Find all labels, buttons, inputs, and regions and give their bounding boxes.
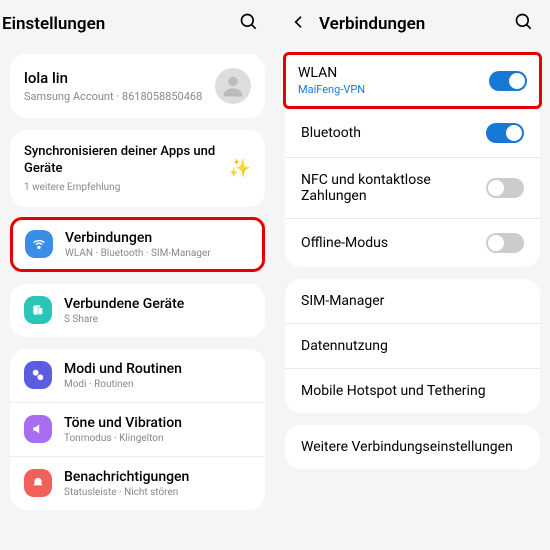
item-label: Töne und Vibration: [64, 415, 182, 431]
search-icon[interactable]: [239, 12, 259, 36]
sound-icon: [24, 415, 52, 443]
connections-screen: Verbindungen WLAN MaiFeng-VPN Bluetooth …: [275, 0, 550, 550]
wifi-icon: [25, 230, 53, 258]
conn-label: Bluetooth: [301, 125, 361, 141]
back-icon[interactable]: [291, 14, 307, 34]
offline-toggle[interactable]: [486, 233, 524, 253]
profile-name: lola lin: [24, 69, 202, 87]
avatar: [215, 68, 251, 104]
highlight-connections: Verbindungen WLAN · Bluetooth · SIM-Mana…: [10, 217, 265, 272]
item-desc: S Share: [64, 314, 184, 325]
conn-label: SIM-Manager: [301, 293, 384, 309]
conn-group1: Bluetooth NFC und kontaktlose Zahlungen …: [285, 109, 540, 267]
conn-sub: MaiFeng-VPN: [298, 83, 365, 96]
conn-nfc[interactable]: NFC und kontaktlose Zahlungen: [285, 158, 540, 219]
profile-text: lola lin Samsung Account · 8618058850468: [24, 69, 202, 103]
conn-sim[interactable]: SIM-Manager: [285, 279, 540, 324]
conn-offline[interactable]: Offline-Modus: [285, 219, 540, 267]
nfc-toggle[interactable]: [486, 178, 524, 198]
conn-data[interactable]: Datennutzung: [285, 324, 540, 369]
conn-text: Offline-Modus: [301, 235, 388, 251]
wlan-toggle[interactable]: [489, 71, 527, 91]
sync-title: Synchronisieren deiner Apps und Geräte: [24, 144, 229, 178]
item-notifications[interactable]: Benachrichtigungen Statusleiste · Nicht …: [10, 456, 265, 510]
conn-text: WLAN MaiFeng-VPN: [298, 65, 365, 96]
conn-text: Datennutzung: [301, 338, 388, 354]
conn-text: Bluetooth: [301, 125, 361, 141]
conn-label: WLAN: [298, 65, 365, 81]
item-label: Verbindungen: [65, 230, 211, 246]
conn-label: Datennutzung: [301, 338, 388, 354]
item-label: Benachrichtigungen: [64, 469, 189, 485]
conn-text: Mobile Hotspot und Tethering: [301, 383, 486, 399]
bell-icon: [24, 469, 52, 497]
item-connections[interactable]: Verbindungen WLAN · Bluetooth · SIM-Mana…: [13, 220, 262, 269]
profile-card[interactable]: lola lin Samsung Account · 8618058850468: [10, 54, 265, 118]
page-title: Einstellungen: [2, 14, 239, 34]
conn-group3: Weitere Verbindungseinstellungen: [285, 425, 540, 469]
item-text: Benachrichtigungen Statusleiste · Nicht …: [64, 469, 189, 498]
conn-more[interactable]: Weitere Verbindungseinstellungen: [285, 425, 540, 469]
conn-bluetooth[interactable]: Bluetooth: [285, 109, 540, 158]
item-desc: WLAN · Bluetooth · SIM-Manager: [65, 248, 211, 259]
conn-wlan[interactable]: WLAN MaiFeng-VPN: [286, 55, 539, 106]
conn-label: Mobile Hotspot und Tethering: [301, 383, 486, 399]
sparkle-icon: ✨: [229, 158, 251, 179]
item-text: Verbundene Geräte S Share: [64, 296, 184, 325]
conn-label: Offline-Modus: [301, 235, 388, 251]
header: Verbindungen: [275, 0, 550, 48]
highlight-wlan: WLAN MaiFeng-VPN: [283, 52, 542, 109]
item-desc: Tonmodus · Klingelton: [64, 433, 182, 444]
conn-group2: SIM-Manager Datennutzung Mobile Hotspot …: [285, 279, 540, 413]
conn-text: Weitere Verbindungseinstellungen: [301, 439, 513, 455]
profile-sub: Samsung Account · 8618058850468: [24, 90, 202, 103]
sync-sub: 1 weitere Empfehlung: [24, 182, 229, 193]
conn-label: NFC und kontaktlose Zahlungen: [301, 172, 461, 204]
item-text: Töne und Vibration Tonmodus · Klingelton: [64, 415, 182, 444]
item-desc: Modi · Routinen: [64, 379, 182, 390]
list-card-2: Modi und Routinen Modi · Routinen Töne u…: [10, 349, 265, 510]
bluetooth-toggle[interactable]: [486, 123, 524, 143]
item-label: Modi und Routinen: [64, 361, 182, 377]
item-sounds[interactable]: Töne und Vibration Tonmodus · Klingelton: [10, 402, 265, 456]
conn-text: SIM-Manager: [301, 293, 384, 309]
search-icon[interactable]: [514, 12, 534, 36]
modes-icon: [24, 361, 52, 389]
item-desc: Statusleiste · Nicht stören: [64, 487, 189, 498]
item-text: Modi und Routinen Modi · Routinen: [64, 361, 182, 390]
item-text: Verbindungen WLAN · Bluetooth · SIM-Mana…: [65, 230, 211, 259]
conn-label: Weitere Verbindungseinstellungen: [301, 439, 513, 455]
settings-screen: Einstellungen lola lin Samsung Account ·…: [0, 0, 275, 550]
header: Einstellungen: [0, 0, 275, 48]
sync-text: Synchronisieren deiner Apps und Geräte 1…: [24, 144, 229, 193]
sync-card[interactable]: Synchronisieren deiner Apps und Geräte 1…: [10, 130, 265, 207]
devices-icon: [24, 296, 52, 324]
list-card: Verbundene Geräte S Share: [10, 284, 265, 337]
conn-hotspot[interactable]: Mobile Hotspot und Tethering: [285, 369, 540, 413]
page-title: Verbindungen: [319, 14, 514, 34]
item-devices[interactable]: Verbundene Geräte S Share: [10, 284, 265, 337]
conn-text: NFC und kontaktlose Zahlungen: [301, 172, 461, 204]
item-label: Verbundene Geräte: [64, 296, 184, 312]
item-modes[interactable]: Modi und Routinen Modi · Routinen: [10, 349, 265, 402]
